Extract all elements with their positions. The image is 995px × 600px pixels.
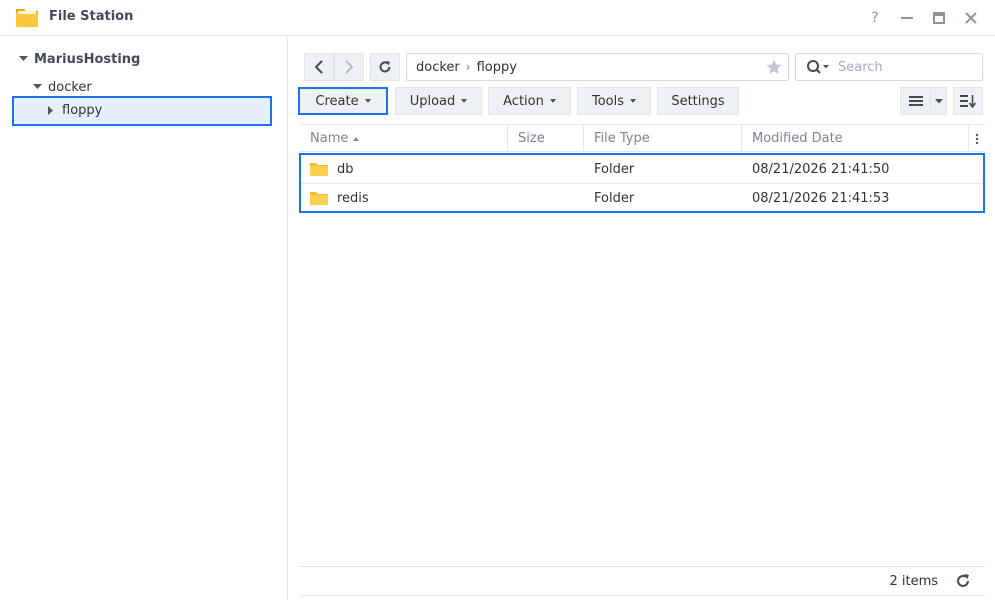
folder-icon [310, 163, 328, 176]
more-vertical-icon [975, 133, 979, 144]
breadcrumb-docker[interactable]: docker [416, 60, 460, 75]
search-input[interactable] [838, 59, 978, 75]
caret-down-icon [461, 99, 468, 103]
caret-right-icon[interactable] [46, 106, 56, 116]
sort-ascending-icon [353, 136, 360, 141]
list-view-button[interactable] [900, 87, 931, 115]
search-box[interactable] [795, 53, 983, 81]
breadcrumb-floppy[interactable]: floppy [477, 60, 517, 75]
help-icon: ? [871, 10, 879, 26]
tools-button[interactable]: Tools [577, 87, 651, 115]
table-header: Name Size File Type Modified Date [300, 124, 985, 152]
view-mode-dropdown[interactable] [930, 87, 947, 115]
search-icon[interactable] [806, 59, 830, 75]
caret-down-icon [549, 99, 556, 103]
tree-item-label: floppy [62, 103, 103, 118]
caret-down-icon[interactable] [18, 54, 28, 64]
create-label: Create [315, 93, 359, 109]
chevron-left-icon [315, 60, 323, 74]
title-bar: File Station ? [0, 0, 995, 36]
action-button[interactable]: Action [488, 87, 571, 115]
close-icon [965, 12, 977, 24]
window-title: File Station [49, 9, 134, 24]
list-view-icon [908, 96, 923, 106]
folder-tree-sidebar: MariusHosting docker floppy [0, 37, 288, 600]
file-station-app-icon [16, 9, 38, 27]
main-panel: docker › floppy Create Upload Action Too… [289, 37, 995, 600]
maximize-button[interactable] [928, 7, 950, 29]
caret-down-icon [364, 99, 371, 103]
help-button[interactable]: ? [864, 7, 886, 29]
star-icon[interactable] [765, 58, 783, 76]
upload-label: Upload [409, 93, 456, 109]
refresh-icon[interactable] [955, 573, 971, 589]
type-cell: Folder [594, 161, 635, 177]
folder-icon [310, 192, 328, 205]
file-table: Name Size File Type Modified Date db Fol… [299, 124, 985, 213]
sort-icon [960, 95, 976, 108]
column-header-name[interactable]: Name [300, 125, 508, 152]
refresh-icon [379, 61, 391, 73]
refresh-button[interactable] [370, 53, 400, 81]
tree-item-floppy[interactable]: floppy [12, 96, 272, 126]
tree-item-mariushosting[interactable]: MariusHosting [0, 47, 288, 71]
maximize-icon [933, 12, 945, 24]
type-cell: Folder [594, 190, 635, 206]
sort-button[interactable] [953, 87, 983, 115]
table-row[interactable]: redis Folder 08/21/2026 21:41:53 [301, 183, 983, 211]
item-count: 2 items [889, 574, 938, 589]
column-header-size[interactable]: Size [508, 125, 584, 152]
create-button[interactable]: Create [298, 87, 388, 115]
name-cell: redis [310, 184, 369, 212]
settings-label: Settings [671, 93, 725, 109]
path-bar[interactable]: docker › floppy [406, 53, 789, 81]
tree-item-label: docker [48, 79, 92, 95]
selected-rows: db Folder 08/21/2026 21:41:50 redis Fold… [299, 153, 985, 213]
action-label: Action [503, 93, 544, 109]
close-button[interactable] [960, 7, 982, 29]
forward-button[interactable] [334, 53, 364, 81]
tree-item-label: MariusHosting [34, 51, 141, 67]
settings-button[interactable]: Settings [657, 87, 739, 115]
minimize-button[interactable] [896, 7, 918, 29]
minimize-icon [901, 17, 913, 19]
caret-down-icon [934, 98, 943, 103]
status-footer: 2 items [300, 566, 985, 596]
caret-down-icon [630, 99, 637, 103]
upload-button[interactable]: Upload [395, 87, 482, 115]
back-button[interactable] [304, 53, 334, 81]
column-header-file-type[interactable]: File Type [584, 125, 742, 152]
breadcrumb-separator: › [465, 60, 471, 74]
column-header-modified-date[interactable]: Modified Date [742, 125, 969, 152]
caret-down-icon[interactable] [32, 82, 42, 92]
column-options-button[interactable] [969, 125, 985, 152]
name-cell: db [310, 155, 354, 183]
tools-label: Tools [591, 93, 625, 109]
modified-cell: 08/21/2026 21:41:50 [752, 161, 890, 177]
modified-cell: 08/21/2026 21:41:53 [752, 190, 890, 206]
table-row[interactable]: db Folder 08/21/2026 21:41:50 [301, 155, 983, 183]
chevron-right-icon [345, 60, 353, 74]
